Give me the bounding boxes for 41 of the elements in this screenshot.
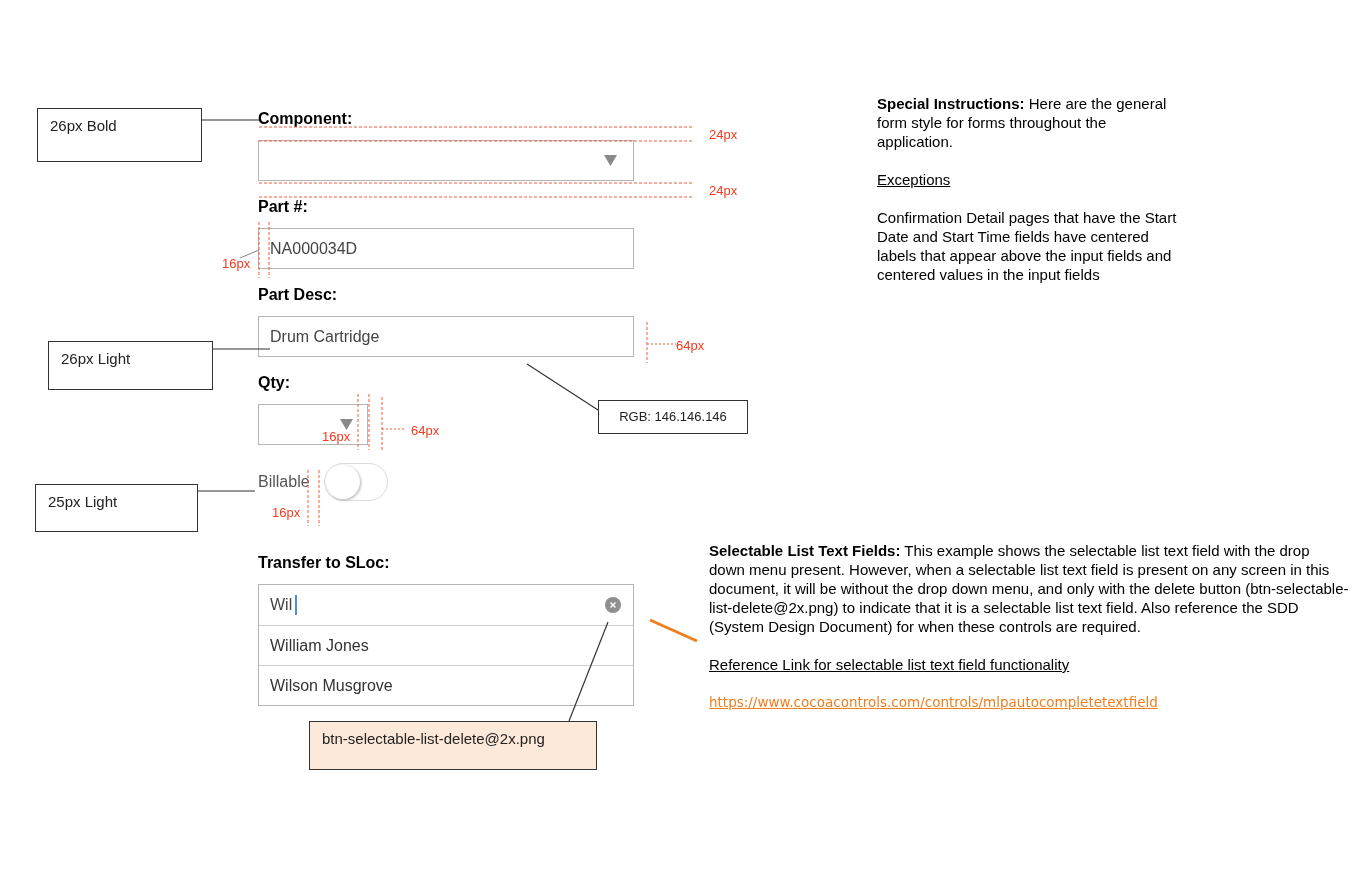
dimension-label: 16px (272, 505, 301, 520)
dimension-label: 24px (709, 183, 738, 198)
callout-box: 26px Bold (37, 108, 202, 162)
dropdown-field[interactable] (258, 140, 634, 181)
toggle-switch[interactable] (323, 463, 388, 501)
input-field[interactable]: NA000034D (258, 228, 634, 269)
section-heading: Exceptions (877, 170, 951, 189)
field-label: Component: (258, 110, 353, 128)
dimension-marker (357, 393, 370, 451)
callout-box: RGB: 146.146.146 (598, 400, 748, 434)
leader-line (201, 119, 260, 121)
note-paragraph: Selectable List Text Fields: This example shows the selectable list text field with the drop down menu present. However, when a selectable list text field is present on any screen in this document, it will be without the drop down menu, and only with the delete button (btn-selectable-list-delete@2x.png) to indicate that it is a selectable list text field. Also reference the SDD (System Design Document) for when these controls are required. (709, 541, 1349, 636)
dropdown-field[interactable] (258, 404, 368, 445)
dimension-label: 64px (411, 423, 440, 438)
caret-icon (340, 419, 353, 430)
leader-line (212, 348, 271, 350)
callout-box: btn-selectable-list-delete@2x.png (309, 721, 597, 770)
toggle-label: Billable (258, 473, 310, 491)
suggestion-item[interactable]: William Jones (259, 626, 633, 666)
caret-icon (604, 155, 617, 166)
field-label: Qty: (258, 374, 290, 392)
dimension-label: 16px (222, 256, 251, 271)
dimension-marker (381, 396, 406, 451)
dimension-label: 24px (709, 127, 738, 142)
instructions-paragraph: Special Instructions: Here are the general form style for forms throughout the application. (877, 94, 1168, 151)
field-label: Part Desc: (258, 286, 338, 304)
clear-icon[interactable] (605, 597, 621, 613)
dimension-marker (646, 321, 677, 364)
field-label: Transfer to SLoc: (258, 554, 390, 572)
field-label: Part #: (258, 198, 308, 216)
leader-line (197, 490, 256, 492)
callout-box: 25px Light (35, 484, 198, 532)
callout-box: 26px Light (48, 341, 213, 390)
input-field[interactable]: Wil (259, 585, 633, 626)
input-field[interactable]: Drum Cartridge (258, 316, 634, 357)
suggestion-item[interactable]: Wilson Musgrove (259, 666, 633, 705)
section-heading: Reference Link for selectable list text field functionality (709, 655, 1070, 674)
dimension-label: 64px (676, 338, 705, 353)
dimension-marker (307, 469, 320, 527)
exceptions-paragraph: Confirmation Detail pages that have the Start Date and Start Time fields have centered labels that appear above the input fields and centered values in the input fields (877, 208, 1177, 284)
dimension-label: 16px (322, 429, 351, 444)
